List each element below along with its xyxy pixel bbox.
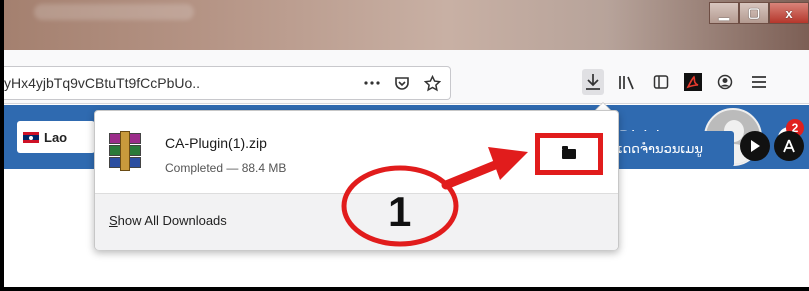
open-folder-button[interactable] [535, 133, 603, 175]
url-bar-actions [362, 73, 442, 93]
minimize-icon: ▁ [719, 5, 729, 20]
download-status: Completed — 88.4 MB [165, 161, 287, 175]
address-bar[interactable]: yHx4yjbTq9vCBtuTt9fCcPbUo.. [4, 66, 451, 100]
more-icon[interactable] [362, 73, 382, 93]
bookmark-star-icon[interactable] [422, 73, 442, 93]
app-store-icon[interactable] [774, 131, 804, 161]
account-icon[interactable] [714, 69, 736, 95]
folder-icon [562, 146, 576, 159]
pdf-icon[interactable] [684, 73, 702, 91]
browser-window: ▁ ▢ x yHx4yjbTq9vCBtuTt9fCcPbUo.. Lao 2 … [4, 0, 809, 287]
downloads-panel: CA-Plugin(1).zip Completed — 88.4 MB Sho… [94, 110, 619, 250]
show-all-label: Show All Downloads [109, 213, 227, 228]
minimize-button[interactable]: ▁ [709, 2, 739, 24]
close-icon: x [785, 5, 793, 21]
download-icon[interactable] [582, 69, 604, 95]
sidebar-icon[interactable] [650, 69, 672, 95]
browser-toolbar: yHx4yjbTq9vCBtuTt9fCcPbUo.. [4, 50, 809, 104]
show-all-downloads-button[interactable]: Show All Downloads [95, 194, 618, 250]
url-text[interactable]: yHx4yjbTq9vCBtuTt9fCcPbUo.. [4, 75, 200, 91]
language-button[interactable]: Lao [17, 121, 95, 153]
library-icon[interactable] [616, 69, 638, 95]
close-button[interactable]: x [769, 2, 809, 24]
maximize-icon: ▢ [747, 5, 761, 20]
blurred-title [34, 4, 194, 20]
language-label: Lao [44, 129, 68, 145]
google-play-icon[interactable] [740, 131, 770, 161]
title-bar: ▁ ▢ x [4, 0, 809, 50]
toolbar-buttons [582, 69, 770, 95]
winrar-archive-icon [109, 131, 141, 171]
window-controls: ▁ ▢ x [709, 2, 809, 24]
step-number: 1 [388, 188, 412, 235]
download-filename: CA-Plugin(1).zip [165, 135, 267, 151]
menu-icon[interactable] [748, 69, 770, 95]
maximize-button[interactable]: ▢ [739, 2, 769, 24]
pocket-icon[interactable] [392, 73, 412, 93]
lao-flag-icon [23, 131, 39, 143]
download-item[interactable]: CA-Plugin(1).zip Completed — 88.4 MB [95, 111, 618, 193]
